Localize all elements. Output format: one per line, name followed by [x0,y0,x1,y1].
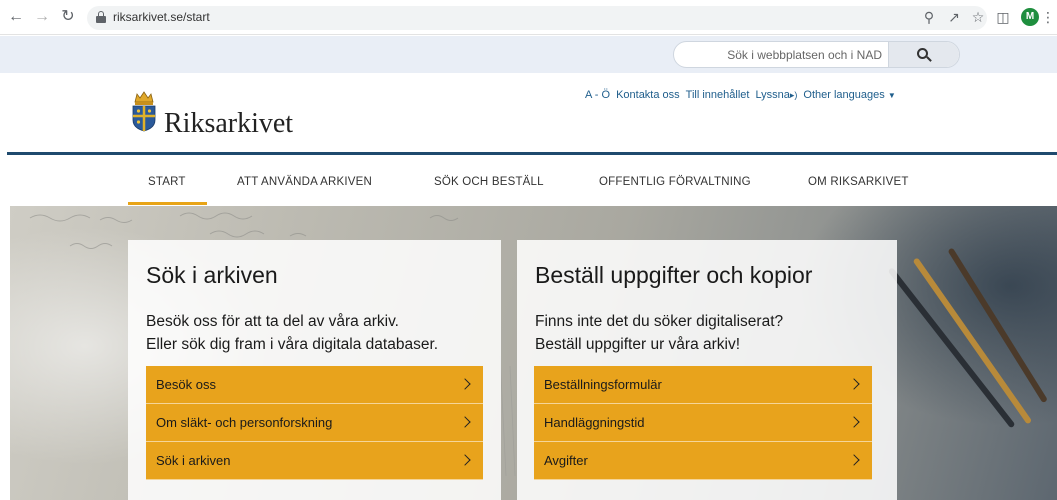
link-a-o[interactable]: A - Ö [585,89,610,101]
card-description: Besök oss för att ta del av våra arkiv. … [146,310,438,356]
back-arrow-icon[interactable]: ← [6,7,26,27]
link-label: Avgifter [544,453,588,468]
link-till-innehallet[interactable]: Till innehållet [686,89,750,101]
link-other-languages[interactable]: Other languages ▼ [803,89,895,101]
chevron-right-icon [848,416,860,428]
utility-links: A - Ö Kontakta oss Till innehållet Lyssn… [585,89,902,101]
link-avgifter[interactable]: Avgifter [534,442,872,480]
zoom-icon[interactable]: ⚲ [920,8,938,26]
link-label: Beställningsformulär [544,377,662,392]
site-header: Riksarkivet A - Ö Kontakta oss Till inne… [0,73,1057,153]
link-label: Besök oss [156,377,216,392]
card-sok-i-arkiven: Sök i arkiven Besök oss för att ta del a… [128,240,501,500]
card-text-line: Beställ uppgifter ur våra arkiv! [535,336,741,353]
search-input[interactable] [674,42,888,67]
link-label: Sök i arkiven [156,453,231,468]
logo-text[interactable]: Riksarkivet [164,108,293,140]
chevron-right-icon [459,378,471,390]
link-besok-oss[interactable]: Besök oss [146,366,483,404]
card-text-line: Eller sök dig fram i våra digitala datab… [146,336,439,353]
card-bestall-uppgifter: Beställ uppgifter och kopior Finns inte … [517,240,897,500]
link-handlaggningstid[interactable]: Handläggningstid [534,404,872,442]
nav-item-offentlig-forvaltning[interactable]: OFFENTLIG FÖRVALTNING [599,176,751,188]
link-bestallningsformular[interactable]: Beställningsformulär [534,366,872,404]
nav-item-om-riksarkivet[interactable]: OM RIKSARKIVET [808,176,909,188]
card-link-list: Besök oss Om släkt- och personforskning … [146,366,483,480]
hero-banner: Sök i arkiven Besök oss för att ta del a… [10,206,1057,500]
url-text: riksarkivet.se/start [113,10,210,24]
header-divider [7,152,1057,155]
profile-avatar[interactable]: M [1021,8,1039,26]
other-languages-label: Other languages [803,89,885,101]
card-text-line: Finns inte det du söker digitaliserat? [535,313,784,330]
lock-icon [96,11,106,24]
site-topbar [0,36,1057,73]
nav-item-start[interactable]: START [148,176,186,188]
card-text-line: Besök oss för att ta del av våra arkiv. [146,313,399,330]
caret-down-icon: ▼ [887,91,896,100]
reload-icon[interactable]: ↻ [58,7,78,27]
nav-item-att-anvanda-arkiven[interactable]: ATT ANVÄNDA ARKIVEN [237,176,372,188]
browser-toolbar: ← → ↻ riksarkivet.se/start ⚲ ↗ ☆ ◫ M ⋮ [0,0,1057,35]
chevron-right-icon [848,378,860,390]
card-link-list: Beställningsformulär Handläggningstid Av… [534,366,872,480]
lyssna-label: Lyssna [755,89,790,101]
menu-dots-icon[interactable]: ⋮ [1041,8,1055,26]
bookmark-star-icon[interactable]: ☆ [969,8,987,26]
site-search [673,41,960,68]
active-nav-indicator [128,202,207,205]
link-slakt-och-personforskning[interactable]: Om släkt- och personforskning [146,404,483,442]
side-panel-icon[interactable]: ◫ [994,8,1012,26]
forward-arrow-icon[interactable]: → [32,7,52,27]
link-label: Handläggningstid [544,415,645,430]
search-button[interactable] [888,42,959,67]
speaker-icon: ▸) [789,90,798,100]
card-description: Finns inte det du söker digitaliserat? B… [535,310,783,356]
link-kontakta-oss[interactable]: Kontakta oss [616,89,680,101]
link-lyssna[interactable]: Lyssna▸) [755,89,797,101]
card-title: Sök i arkiven [146,262,278,288]
chevron-right-icon [459,454,471,466]
crest-logo-icon[interactable] [131,90,157,132]
link-label: Om släkt- och personforskning [156,415,333,430]
share-icon[interactable]: ↗ [945,8,963,26]
address-bar[interactable]: riksarkivet.se/start [87,6,987,30]
chevron-right-icon [459,416,471,428]
link-sok-i-arkiven[interactable]: Sök i arkiven [146,442,483,480]
nav-item-sok-och-bestall[interactable]: SÖK OCH BESTÄLL [434,176,544,188]
card-title: Beställ uppgifter och kopior [535,262,813,288]
main-navigation: START ATT ANVÄNDA ARKIVEN SÖK OCH BESTÄL… [0,156,1057,206]
chevron-right-icon [848,454,860,466]
search-icon [917,47,932,62]
